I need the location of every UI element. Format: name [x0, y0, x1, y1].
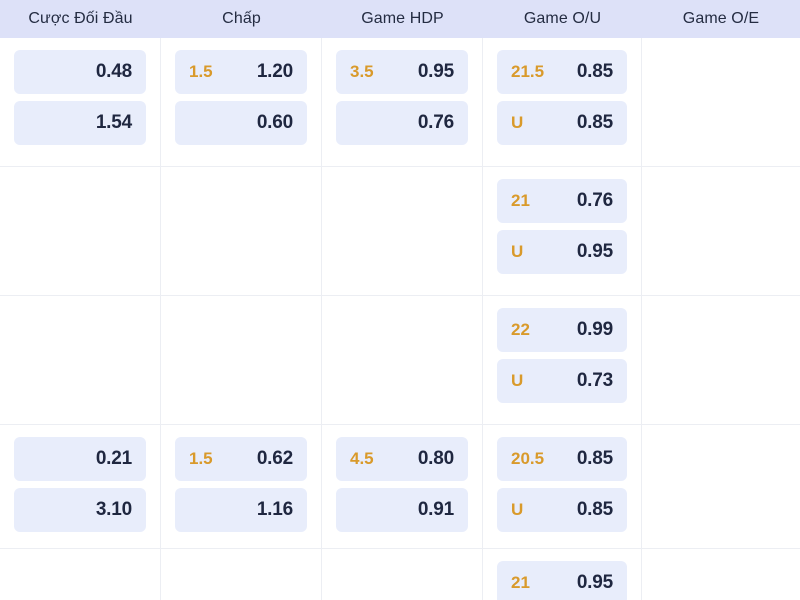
odds-button[interactable]: 21.5 0.85 — [497, 50, 627, 94]
odds-button[interactable]: 0.76 — [336, 101, 468, 145]
odds-value: 1.54 — [95, 112, 132, 133]
odds-button[interactable]: 1.5 0.62 — [175, 437, 307, 481]
odds-button[interactable]: 0.91 — [336, 488, 468, 532]
handicap-label: U — [511, 371, 524, 390]
handicap-label: 1.5 — [189, 62, 213, 81]
odds-button[interactable]: 21 0.76 — [497, 179, 627, 223]
cell-head_to_head — [0, 296, 161, 424]
cell-game_ou: 22 0.99 U 0.73 — [483, 296, 642, 424]
odds-button[interactable]: 1.5 1.20 — [175, 50, 307, 94]
cell-handicap: 1.5 1.20 0.60 — [161, 38, 322, 166]
odds-value: 0.95 — [417, 61, 454, 82]
cell-game_oe — [642, 296, 800, 424]
handicap-label: 20.5 — [511, 449, 545, 468]
odds-value: 0.80 — [417, 448, 454, 469]
odds-value: 0.76 — [417, 112, 454, 133]
odds-button[interactable]: 20.5 0.85 — [497, 437, 627, 481]
cell-game_hdp — [322, 296, 483, 424]
cell-game_oe — [642, 38, 800, 166]
handicap-label: 21 — [511, 191, 530, 210]
cell-head_to_head: 0.48 1.54 — [0, 38, 161, 166]
column-header-head_to_head: Cược Đối Đầu — [28, 10, 133, 27]
table-row: 21 0.76 U 0.95 — [0, 167, 800, 296]
cell-game_oe — [642, 549, 800, 600]
column-header-game_oe: Game O/E — [682, 10, 760, 27]
cell-game_oe — [642, 425, 800, 548]
odds-value: 0.99 — [576, 319, 613, 340]
cell-head_to_head — [0, 549, 161, 600]
handicap-label: U — [511, 113, 524, 132]
cell-game_ou: 21 0.76 U 0.95 — [483, 167, 642, 295]
odds-value: 0.95 — [576, 572, 613, 593]
handicap-label: 21.5 — [511, 62, 545, 81]
odds-button[interactable]: 22 0.99 — [497, 308, 627, 352]
column-header-game_hdp: Game HDP — [361, 10, 444, 27]
odds-value: 0.73 — [576, 370, 613, 391]
column-header-handicap: Chấp — [222, 10, 261, 27]
odds-button[interactable]: U 0.73 — [497, 359, 627, 403]
odds-value: 0.85 — [576, 112, 613, 133]
odds-button[interactable]: U 0.85 — [497, 488, 627, 532]
odds-value: 0.95 — [576, 241, 613, 262]
table-header-row: Cược Đối Đầu Chấp Game HDP Game O/U Game O/E — [0, 0, 800, 38]
cell-head_to_head: 0.21 3.10 — [0, 425, 161, 548]
odds-value: 0.85 — [576, 499, 613, 520]
odds-button[interactable]: 1.54 — [14, 101, 146, 145]
table-row: 22 0.99 U 0.73 — [0, 296, 800, 425]
table-row: 21 0.95 — [0, 549, 800, 600]
odds-button[interactable]: 0.21 — [14, 437, 146, 481]
odds-table: Cược Đối Đầu Chấp Game HDP Game O/U Game O/E… — [0, 0, 800, 600]
handicap-label: 3.5 — [350, 62, 374, 81]
odds-value: 0.48 — [95, 61, 132, 82]
odds-value: 0.91 — [417, 499, 454, 520]
cell-handicap: 1.5 0.62 1.16 — [161, 425, 322, 548]
odds-button[interactable]: 1.16 — [175, 488, 307, 532]
odds-button[interactable]: 0.60 — [175, 101, 307, 145]
column-header-game_ou: Game O/U — [523, 10, 602, 27]
odds-button[interactable]: 0.48 — [14, 50, 146, 94]
cell-game_hdp: 3.5 0.95 0.76 — [322, 38, 483, 166]
cell-game_hdp — [322, 167, 483, 295]
odds-value: 0.76 — [576, 190, 613, 211]
cell-game_ou: 21.5 0.85 U 0.85 — [483, 38, 642, 166]
odds-value: 0.85 — [576, 61, 613, 82]
odds-value: 1.16 — [256, 499, 293, 520]
cell-head_to_head — [0, 167, 161, 295]
handicap-label: 22 — [511, 320, 530, 339]
table-row: 0.21 3.10 1.5 0.62 1.16 4.5 0.80 0.91 20.5 0.85 U 0… — [0, 425, 800, 549]
cell-handicap — [161, 296, 322, 424]
cell-handicap — [161, 549, 322, 600]
cell-game_hdp: 4.5 0.80 0.91 — [322, 425, 483, 548]
odds-button[interactable]: U 0.85 — [497, 101, 627, 145]
handicap-label: 21 — [511, 573, 530, 592]
table-row: 0.48 1.54 1.5 1.20 0.60 3.5 0.95 0.76 21.5 0.85 U 0… — [0, 38, 800, 167]
odds-value: 0.60 — [256, 112, 293, 133]
cell-handicap — [161, 167, 322, 295]
cell-game_ou: 21 0.95 — [483, 549, 642, 600]
odds-value: 3.10 — [95, 499, 132, 520]
odds-button[interactable]: 4.5 0.80 — [336, 437, 468, 481]
odds-button[interactable]: 3.5 0.95 — [336, 50, 468, 94]
odds-button[interactable]: 3.10 — [14, 488, 146, 532]
handicap-label: 1.5 — [189, 449, 213, 468]
odds-button[interactable]: 21 0.95 — [497, 561, 627, 600]
handicap-label: U — [511, 242, 524, 261]
odds-button[interactable]: U 0.95 — [497, 230, 627, 274]
handicap-label: 4.5 — [350, 449, 374, 468]
odds-value: 0.21 — [95, 448, 132, 469]
odds-value: 0.62 — [256, 448, 293, 469]
cell-game_ou: 20.5 0.85 U 0.85 — [483, 425, 642, 548]
odds-value: 1.20 — [256, 61, 293, 82]
handicap-label: U — [511, 500, 524, 519]
cell-game_hdp — [322, 549, 483, 600]
odds-value: 0.85 — [576, 448, 613, 469]
cell-game_oe — [642, 167, 800, 295]
table-body: 0.48 1.54 1.5 1.20 0.60 3.5 0.95 0.76 21.5 0.85 U 0… — [0, 38, 800, 600]
